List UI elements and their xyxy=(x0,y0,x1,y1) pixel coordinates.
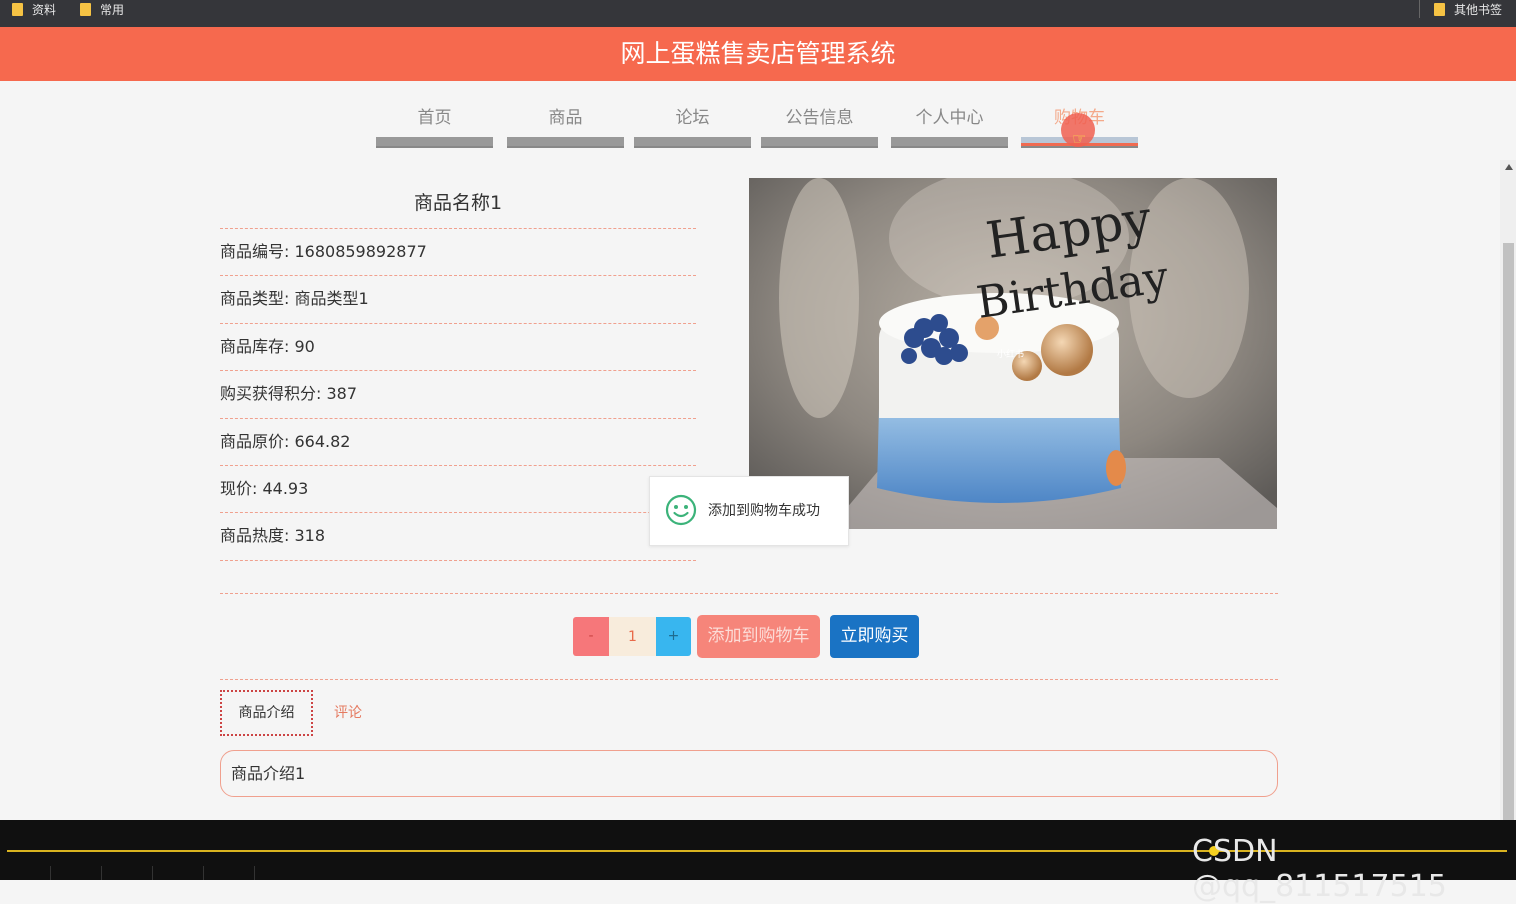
scroll-up-arrow-icon[interactable] xyxy=(1505,164,1513,170)
bookmark-label: 资料 xyxy=(32,2,57,17)
tab-product-intro[interactable]: 商品介绍 xyxy=(220,690,313,736)
nav-home[interactable]: 首页 xyxy=(376,104,493,148)
buy-now-button[interactable]: 立即购买 xyxy=(830,615,919,658)
product-field-id: 商品编号: 1680859892877 xyxy=(220,242,427,261)
product-field-current-price: 现价: 44.93 xyxy=(220,479,309,498)
product-field-original-price: 商品原价: 664.82 xyxy=(220,432,351,451)
success-toast: 添加到购物车成功 xyxy=(649,476,849,546)
add-to-cart-button[interactable]: 添加到购物车 xyxy=(697,615,820,658)
nav-underline xyxy=(634,137,751,148)
folder-icon xyxy=(12,2,23,16)
bookmarks-bar: 资料 常用 其他书签 xyxy=(0,0,1516,27)
other-bookmarks[interactable]: 其他书签 xyxy=(1434,0,1502,18)
divider xyxy=(220,593,1278,594)
nav-label: 公告信息 xyxy=(785,108,854,128)
nav-label: 首页 xyxy=(417,108,452,128)
site-header: 网上蛋糕售卖店管理系统 xyxy=(0,27,1516,81)
bookmark-divider xyxy=(1419,0,1420,18)
folder-icon xyxy=(80,2,91,16)
main-nav: 首页 商品 论坛 公告信息 个人中心 购物车 xyxy=(0,104,1516,154)
control-slot[interactable] xyxy=(153,866,204,880)
smile-icon xyxy=(665,494,697,526)
control-slot[interactable] xyxy=(102,866,153,880)
hand-cursor-icon: ☞ xyxy=(1072,129,1087,148)
image-watermark: 小红书 xyxy=(997,348,1024,360)
divider xyxy=(220,679,1278,680)
nav-label: 个人中心 xyxy=(915,108,984,128)
nav-announcements[interactable]: 公告信息 xyxy=(761,104,878,148)
nav-underline xyxy=(376,137,493,148)
nav-underline xyxy=(507,137,624,148)
nav-forum[interactable]: 论坛 xyxy=(634,104,751,148)
product-field-popularity: 商品热度: 318 xyxy=(220,526,326,545)
nav-label: 商品 xyxy=(548,108,583,128)
site-title: 网上蛋糕售卖店管理系统 xyxy=(620,39,896,68)
product-name: 商品名称1 xyxy=(413,192,503,214)
other-bookmarks-label: 其他书签 xyxy=(1454,2,1503,17)
tab-comments[interactable]: 评论 xyxy=(334,690,362,736)
control-slot[interactable] xyxy=(0,866,51,880)
nav-underline xyxy=(891,137,1008,148)
decrease-quantity-button[interactable]: - xyxy=(573,617,609,656)
bookmark-folder-1[interactable]: 资料 xyxy=(12,0,56,18)
bookmark-folder-2[interactable]: 常用 xyxy=(80,0,124,18)
nav-underline xyxy=(761,137,878,148)
product-field-stock: 商品库存: 90 xyxy=(220,337,315,356)
nav-products[interactable]: 商品 xyxy=(507,104,624,148)
nav-label: 论坛 xyxy=(675,108,710,128)
divider xyxy=(220,560,696,561)
quantity-input[interactable] xyxy=(609,617,656,656)
player-controls xyxy=(0,866,260,880)
toast-message: 添加到购物车成功 xyxy=(708,503,820,519)
nav-profile[interactable]: 个人中心 xyxy=(891,104,1008,148)
product-field-points: 购买获得积分: 387 xyxy=(220,384,358,403)
bookmark-label: 常用 xyxy=(100,2,125,17)
folder-icon xyxy=(1434,2,1445,16)
increase-quantity-button[interactable]: + xyxy=(656,617,691,656)
control-slot[interactable] xyxy=(51,866,102,880)
product-field-type: 商品类型: 商品类型1 xyxy=(220,289,369,308)
csdn-watermark: CSDN @qq_811517515 xyxy=(1192,834,1447,904)
scrollbar-thumb[interactable] xyxy=(1503,243,1514,820)
product-intro-content: 商品介绍1 xyxy=(220,750,1278,797)
control-slot[interactable] xyxy=(204,866,255,880)
